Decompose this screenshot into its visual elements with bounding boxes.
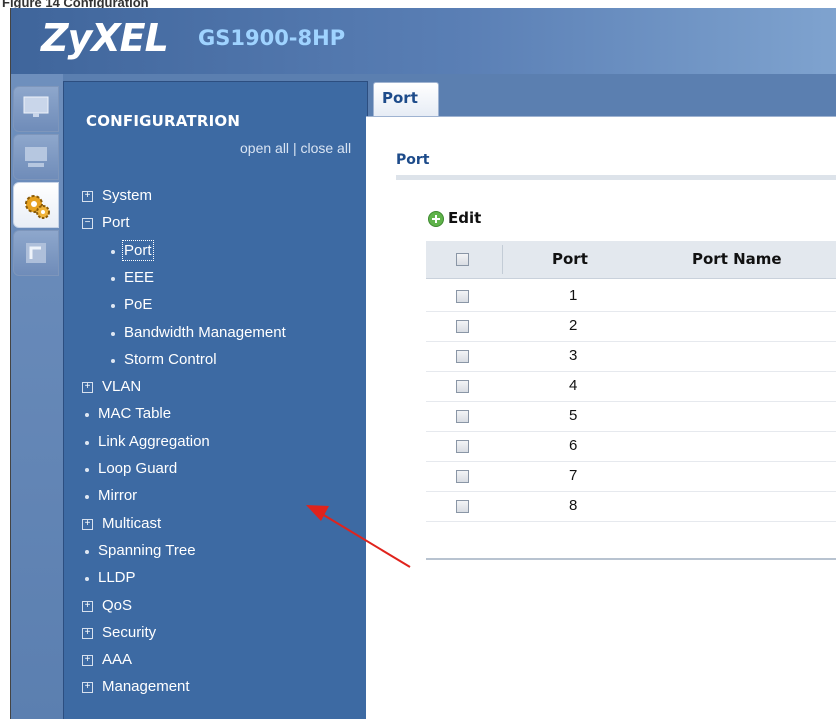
tab-port[interactable]: Port bbox=[373, 82, 439, 117]
sidebar-item-label: System bbox=[102, 187, 153, 204]
expand-icon: + bbox=[82, 518, 93, 530]
section-title: Port bbox=[396, 152, 430, 168]
sidebar-item-label: Spanning Tree bbox=[98, 541, 196, 559]
port-number: 7 bbox=[569, 467, 578, 484]
sidebar-item-label: Link Aggregation bbox=[98, 432, 210, 450]
bullet-icon bbox=[85, 413, 89, 418]
row-checkbox[interactable] bbox=[456, 440, 469, 453]
expand-collapse-links: open all | close all bbox=[240, 140, 351, 156]
close-all-link[interactable]: close all bbox=[300, 140, 351, 156]
sidebar-item-label: QoS bbox=[102, 596, 133, 614]
sidebar-item-label: Mirror bbox=[98, 487, 138, 505]
port-number: 6 bbox=[569, 437, 578, 454]
row-checkbox[interactable] bbox=[456, 290, 469, 303]
port-number: 3 bbox=[569, 347, 578, 364]
table-row: 5 bbox=[426, 401, 836, 432]
sidebar-item-label: VLAN bbox=[102, 378, 142, 396]
sidebar-item-label: Security bbox=[102, 623, 157, 641]
bullet-icon bbox=[85, 495, 89, 500]
row-checkbox[interactable] bbox=[456, 380, 469, 393]
bullet-icon bbox=[85, 440, 89, 445]
table-row: 8 bbox=[426, 491, 836, 522]
bullet-icon bbox=[111, 358, 115, 363]
port-number: 1 bbox=[569, 287, 578, 304]
link-divider: | bbox=[292, 140, 297, 156]
sidebar-item-label: Storm Control bbox=[124, 350, 217, 368]
table-row: 6 bbox=[426, 431, 836, 462]
expand-icon: + bbox=[82, 600, 93, 612]
expand-icon: + bbox=[82, 382, 93, 394]
column-header-port: Port bbox=[552, 250, 588, 268]
port-number: 8 bbox=[569, 497, 578, 514]
sidebar-item-label: Bandwidth Management bbox=[124, 323, 286, 341]
status-icon[interactable] bbox=[13, 134, 59, 180]
table-row: 1 bbox=[426, 281, 836, 312]
navigation-sidebar: CONFIGURATRION open all | close all + Sys… bbox=[63, 81, 368, 719]
bullet-icon bbox=[111, 304, 115, 309]
table-bottom-border bbox=[426, 558, 836, 560]
maintenance-icon[interactable] bbox=[13, 230, 59, 276]
icon-bar bbox=[11, 74, 63, 719]
sidebar-item-label: Port bbox=[102, 214, 130, 232]
tab-label: Port bbox=[382, 89, 418, 107]
sidebar-item-label: Loop Guard bbox=[98, 460, 178, 477]
sidebar-item-label: AAA bbox=[102, 651, 133, 669]
expand-icon: + bbox=[82, 682, 93, 694]
row-checkbox[interactable] bbox=[456, 320, 469, 333]
table-row: 2 bbox=[426, 311, 836, 342]
app-header: ZyXEL GS1900-8HP bbox=[11, 8, 836, 74]
bullet-icon bbox=[111, 249, 115, 254]
brand-logo: ZyXEL bbox=[41, 16, 169, 60]
table-row: 4 bbox=[426, 371, 836, 402]
configuration-gears-icon[interactable] bbox=[13, 182, 59, 228]
table-row: 7 bbox=[426, 461, 836, 492]
app-window: ZyXEL GS1900-8HP CONFIGURATRION open all… bbox=[10, 8, 836, 719]
expand-icon: + bbox=[82, 655, 93, 667]
row-checkbox[interactable] bbox=[456, 410, 469, 423]
collapse-icon: − bbox=[82, 218, 93, 230]
column-separator bbox=[502, 245, 503, 274]
row-checkbox[interactable] bbox=[456, 500, 469, 513]
bullet-icon bbox=[85, 549, 89, 554]
row-checkbox[interactable] bbox=[456, 350, 469, 363]
content-panel: Port Edit Port Port Name 1 2 3 4 5 6 7 8 bbox=[366, 116, 836, 719]
table-row: 3 bbox=[426, 341, 836, 372]
expand-icon: + bbox=[82, 627, 93, 639]
sidebar-item-label: MAC Table bbox=[98, 405, 172, 423]
add-circle-icon bbox=[428, 211, 444, 227]
bullet-icon bbox=[111, 331, 115, 336]
select-all-checkbox[interactable] bbox=[456, 253, 469, 266]
sidebar-item-label: Multicast bbox=[102, 514, 162, 532]
section-divider bbox=[396, 175, 836, 180]
port-number: 4 bbox=[569, 377, 578, 394]
monitor-icon[interactable] bbox=[13, 86, 59, 132]
port-number: 2 bbox=[569, 317, 578, 334]
sidebar-title: CONFIGURATRION bbox=[86, 112, 241, 130]
open-all-link[interactable]: open all bbox=[240, 140, 289, 156]
bullet-icon bbox=[85, 577, 89, 582]
edit-label: Edit bbox=[448, 209, 482, 227]
sidebar-item-label: EEE bbox=[124, 268, 155, 286]
sidebar-item-label: Port bbox=[122, 239, 154, 261]
sidebar-item-label: PoE bbox=[124, 296, 153, 314]
row-checkbox[interactable] bbox=[456, 470, 469, 483]
bullet-icon bbox=[85, 468, 89, 472]
column-header-port-name: Port Name bbox=[692, 250, 782, 268]
expand-icon: + bbox=[82, 191, 93, 202]
sidebar-item-label: Management bbox=[102, 678, 190, 696]
bullet-icon bbox=[111, 276, 115, 281]
port-number: 5 bbox=[569, 407, 578, 424]
model-name: GS1900-8HP bbox=[198, 26, 346, 50]
sidebar-item-label: LLDP bbox=[98, 569, 136, 587]
table-header: Port Port Name bbox=[426, 241, 836, 279]
